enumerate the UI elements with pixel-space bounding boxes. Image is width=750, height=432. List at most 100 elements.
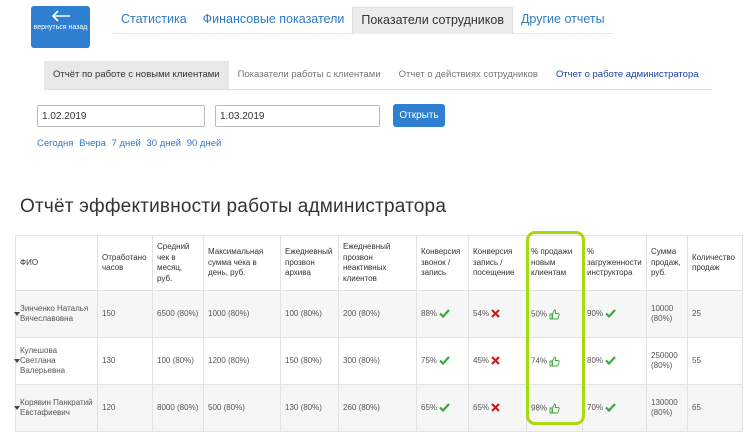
thumbs-up-icon <box>549 403 560 413</box>
table-row: Кулешова Светлана Валерьевна 130 100 (80… <box>14 337 743 385</box>
tab-statistics[interactable]: Статистика <box>113 7 195 33</box>
cross-icon <box>491 309 500 319</box>
cell-value: 90% <box>587 309 604 318</box>
table-cell: 100 (80%) <box>280 290 339 338</box>
cell-value: 65% <box>421 403 438 412</box>
table-cell: 1000 (80%) <box>203 290 281 338</box>
col-header: Конверсия запись / посещение <box>468 235 527 291</box>
check-icon <box>605 309 616 319</box>
check-icon <box>439 309 450 319</box>
cell-value: 70% <box>587 403 604 412</box>
table-cell: 200 (80%) <box>338 290 417 338</box>
table-cell: 120 <box>97 384 153 432</box>
table-cell: 90% <box>582 290 647 338</box>
subtab-employee-actions[interactable]: Отчет о действиях сотрудников <box>390 61 547 89</box>
cell-value: 74% <box>531 356 548 366</box>
employee-name: Зинченко Наталья Вячеславовна <box>20 304 89 323</box>
col-header: Количество продаж <box>687 235 743 291</box>
col-header: Сумма продаж, руб. <box>646 235 688 291</box>
caret-down-icon[interactable] <box>14 406 20 410</box>
cell-value: 54% <box>473 309 490 318</box>
table-cell: 65% <box>416 384 469 432</box>
cell-value: 65% <box>473 403 490 412</box>
check-icon <box>439 403 450 413</box>
sub-tabs: Отчёт по работе с новыми клиентами Показ… <box>44 61 712 90</box>
table-cell: 150 <box>97 290 153 338</box>
check-icon <box>605 356 616 366</box>
cell-value: 75% <box>421 356 438 365</box>
cross-icon <box>491 356 500 366</box>
table-cell: 100 (80%) <box>152 337 204 385</box>
table-cell: 250000 (80%) <box>646 337 688 385</box>
employee-name: Корявин Панкратий Евстафиевич <box>20 398 93 417</box>
col-header: ФИО <box>15 235 98 291</box>
table-cell: 65 <box>687 384 743 432</box>
table-cell: 25 <box>687 290 743 338</box>
table-cell: 80% <box>582 337 647 385</box>
table-cell: 6500 (80%) <box>152 290 204 338</box>
check-icon <box>605 403 616 413</box>
open-button[interactable]: Открыть <box>393 104 445 127</box>
table-cell: 10000 (80%) <box>646 290 688 338</box>
tab-financial[interactable]: Финансовые показатели <box>195 7 353 33</box>
report-title: Отчёт эффективности работы администратор… <box>20 196 447 217</box>
subtab-client-work[interactable]: Показатели работы с клиентами <box>229 61 390 89</box>
table-cell: 98% <box>526 384 583 432</box>
cell-value: 45% <box>473 356 490 365</box>
date-to-input[interactable] <box>215 105 380 127</box>
table-cell: 65% <box>468 384 527 432</box>
back-button[interactable]: вернуться назад <box>31 6 90 48</box>
table-cell: 45% <box>468 337 527 385</box>
col-header: Средний чек в месяц, руб. <box>152 235 204 291</box>
tab-employees[interactable]: Показатели сотрудников <box>352 7 513 34</box>
back-button-label: вернуться назад <box>33 24 88 31</box>
period-7-days[interactable]: 7 дней <box>112 138 141 149</box>
top-tabs: Статистика Финансовые показатели Показат… <box>113 7 613 34</box>
table-cell: 54% <box>468 290 527 338</box>
col-header: Ежедневный прозвон неактивных клиентов <box>338 235 417 291</box>
fio-cell[interactable]: Зинченко Наталья Вячеславовна <box>14 290 98 338</box>
arrow-left-icon <box>51 10 70 22</box>
caret-down-icon[interactable] <box>14 312 20 316</box>
period-today[interactable]: Сегодня <box>37 138 73 149</box>
quick-periods: Сегодня Вчера 7 дней 30 дней 90 дней <box>37 138 224 149</box>
table-cell: 8000 (80%) <box>152 384 204 432</box>
table-cell: 150 (80%) <box>280 337 339 385</box>
employee-name: Кулешова Светлана Валерьевна <box>20 346 66 375</box>
period-yesterday[interactable]: Вчера <box>79 138 106 149</box>
table-cell: 260 (80%) <box>338 384 417 432</box>
caret-down-icon[interactable] <box>14 359 20 363</box>
subtab-new-clients[interactable]: Отчёт по работе с новыми клиентами <box>44 61 229 89</box>
tab-other-reports[interactable]: Другие отчеты <box>513 7 613 33</box>
table-cell: 74% <box>526 337 583 385</box>
table-cell: 88% <box>416 290 469 338</box>
table-cell: 1200 (80%) <box>203 337 281 385</box>
col-header: Максимальная сумма чека в день, руб. <box>203 235 281 291</box>
cross-icon <box>491 403 500 413</box>
period-30-days[interactable]: 30 дней <box>146 138 181 149</box>
table-row: Корявин Панкратий Евстафиевич 120 8000 (… <box>14 384 743 432</box>
thumbs-up-icon <box>549 309 560 319</box>
table-cell: 50% <box>526 290 583 338</box>
cell-value: 88% <box>421 309 438 318</box>
cell-value: 98% <box>531 403 548 413</box>
table-cell: 75% <box>416 337 469 385</box>
table-cell: 55 <box>687 337 743 385</box>
table-cell: 130 (80%) <box>280 384 339 432</box>
date-from-input[interactable] <box>37 105 205 127</box>
table-cell: 130000 (80%) <box>646 384 688 432</box>
col-header: Отработано часов <box>97 235 153 291</box>
period-90-days[interactable]: 90 дней <box>187 138 222 149</box>
table-row: Зинченко Наталья Вячеславовна 150 6500 (… <box>14 290 743 338</box>
fio-cell[interactable]: Корявин Панкратий Евстафиевич <box>14 384 98 432</box>
cell-value: 80% <box>587 356 604 365</box>
col-header: Ежедневный прозвон архива <box>280 235 339 291</box>
table-cell: 70% <box>582 384 647 432</box>
fio-cell[interactable]: Кулешова Светлана Валерьевна <box>14 337 98 385</box>
col-header: Конверсия звонок / запись <box>416 235 469 291</box>
subtab-admin-report[interactable]: Отчет о работе администратора <box>547 61 708 89</box>
table-cell: 130 <box>97 337 153 385</box>
check-icon <box>439 356 450 366</box>
cell-value: 50% <box>531 309 548 319</box>
report-table: ФИО Отработано часов Средний чек в месяц… <box>14 235 743 432</box>
